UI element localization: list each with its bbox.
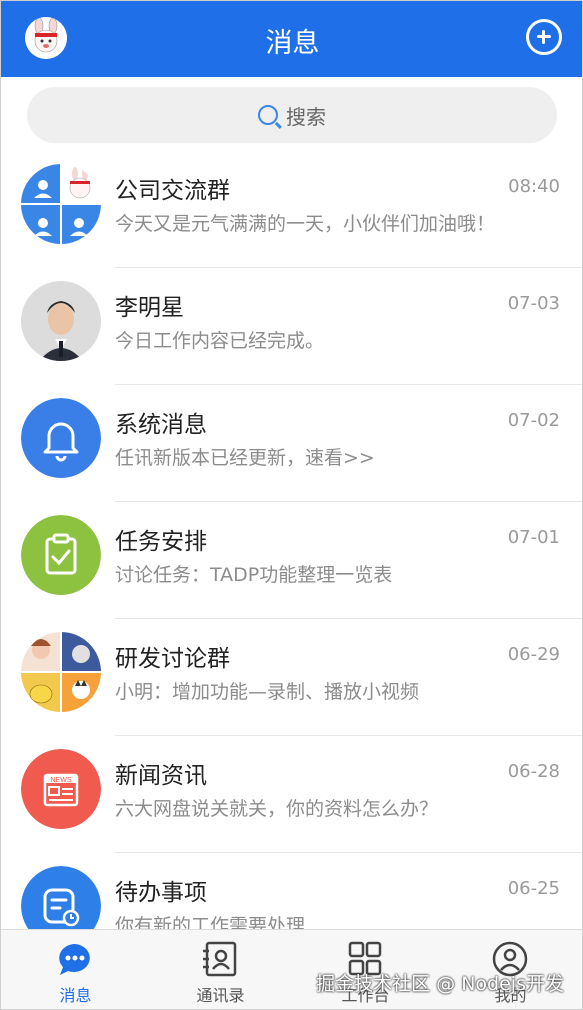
conversation-preview: 讨论任务：TADP功能整理一览表 bbox=[115, 564, 393, 586]
conversation-list: 公司交流群 08:40 今天又是元气满满的一天，小伙伴们加油哦！ 李明星 07-… bbox=[1, 151, 582, 929]
conversation-time: 07-03 bbox=[507, 293, 560, 314]
conversation-name: 待办事项 bbox=[115, 880, 207, 906]
chat-icon bbox=[59, 944, 90, 975]
page-title: 消息 bbox=[265, 28, 320, 59]
conversation-preview: 今天又是元气满满的一天，小伙伴们加油哦！ bbox=[115, 213, 496, 235]
conversation-name: 研发讨论群 bbox=[115, 646, 230, 672]
conversation-item[interactable]: 待办事项 06-25 你有新的工作需要处理 bbox=[1, 853, 582, 929]
search-area: 搜索 bbox=[1, 77, 582, 151]
conversation-name: 新闻资讯 bbox=[115, 763, 207, 789]
conversation-item[interactable]: 李明星 07-03 今日工作内容已经完成。 bbox=[1, 268, 582, 385]
conversation-preview: 今日工作内容已经完成。 bbox=[115, 330, 325, 352]
conversation-time: 06-25 bbox=[507, 878, 560, 899]
bell-icon bbox=[21, 398, 101, 478]
watermark: 掘金技术社区 @ Nodejs开发 bbox=[316, 973, 564, 995]
conversation-time: 06-28 bbox=[507, 761, 560, 782]
conversation-time: 07-01 bbox=[507, 527, 560, 548]
news-icon: NEWS bbox=[21, 749, 101, 829]
search-icon bbox=[258, 105, 278, 125]
search-bar[interactable]: 搜索 bbox=[27, 87, 557, 143]
conversation-preview: 小明：增加功能—录制、播放小视频 bbox=[115, 681, 420, 703]
conversation-name: 李明星 bbox=[115, 295, 184, 321]
tab-label: 消息 bbox=[59, 986, 92, 1005]
search-label: 搜索 bbox=[286, 104, 326, 129]
conversation-preview: 六大网盘说关就关，你的资料怎么办？ bbox=[115, 798, 439, 820]
group-avatar bbox=[21, 632, 101, 712]
conversation-name: 系统消息 bbox=[115, 412, 207, 438]
conversation-preview: 任讯新版本已经更新，速看>> bbox=[115, 447, 375, 469]
person-avatar bbox=[21, 281, 101, 361]
conversation-time: 07-02 bbox=[507, 410, 560, 431]
todo-icon bbox=[21, 866, 101, 929]
svg-text:NEWS: NEWS bbox=[51, 777, 72, 784]
contacts-icon bbox=[203, 941, 237, 977]
conversation-name: 任务安排 bbox=[115, 529, 207, 555]
tab-messages[interactable]: 消息 bbox=[3, 930, 148, 1009]
group-avatar bbox=[21, 164, 101, 244]
header-bar: 消息 bbox=[1, 1, 582, 77]
add-icon[interactable] bbox=[526, 19, 562, 55]
conversation-name: 公司交流群 bbox=[115, 178, 230, 204]
conversation-preview: 你有新的工作需要处理 bbox=[115, 915, 306, 929]
conversation-time: 06-29 bbox=[507, 644, 560, 665]
conversation-item[interactable]: 公司交流群 08:40 今天又是元气满满的一天，小伙伴们加油哦！ bbox=[1, 151, 582, 268]
conversation-item[interactable]: 系统消息 07-02 任讯新版本已经更新，速看>> bbox=[1, 385, 582, 502]
tab-contacts[interactable]: 通讯录 bbox=[148, 930, 293, 1009]
tab-label: 通讯录 bbox=[196, 986, 245, 1005]
conversation-item[interactable]: NEWS 新闻资讯 06-28 六大网盘说关就关，你的资料怎么办？ bbox=[1, 736, 582, 853]
clipboard-icon bbox=[21, 515, 101, 595]
conversation-time: 08:40 bbox=[508, 176, 560, 197]
conversation-item[interactable]: 研发讨论群 06-29 小明：增加功能—录制、播放小视频 bbox=[1, 619, 582, 736]
app-frame: 消息 搜索 公司交流群 08:40 今天又是元气满满的一天，小伙伴们加油哦！ 李… bbox=[0, 0, 583, 1010]
conversation-item[interactable]: 任务安排 07-01 讨论任务：TADP功能整理一览表 bbox=[1, 502, 582, 619]
